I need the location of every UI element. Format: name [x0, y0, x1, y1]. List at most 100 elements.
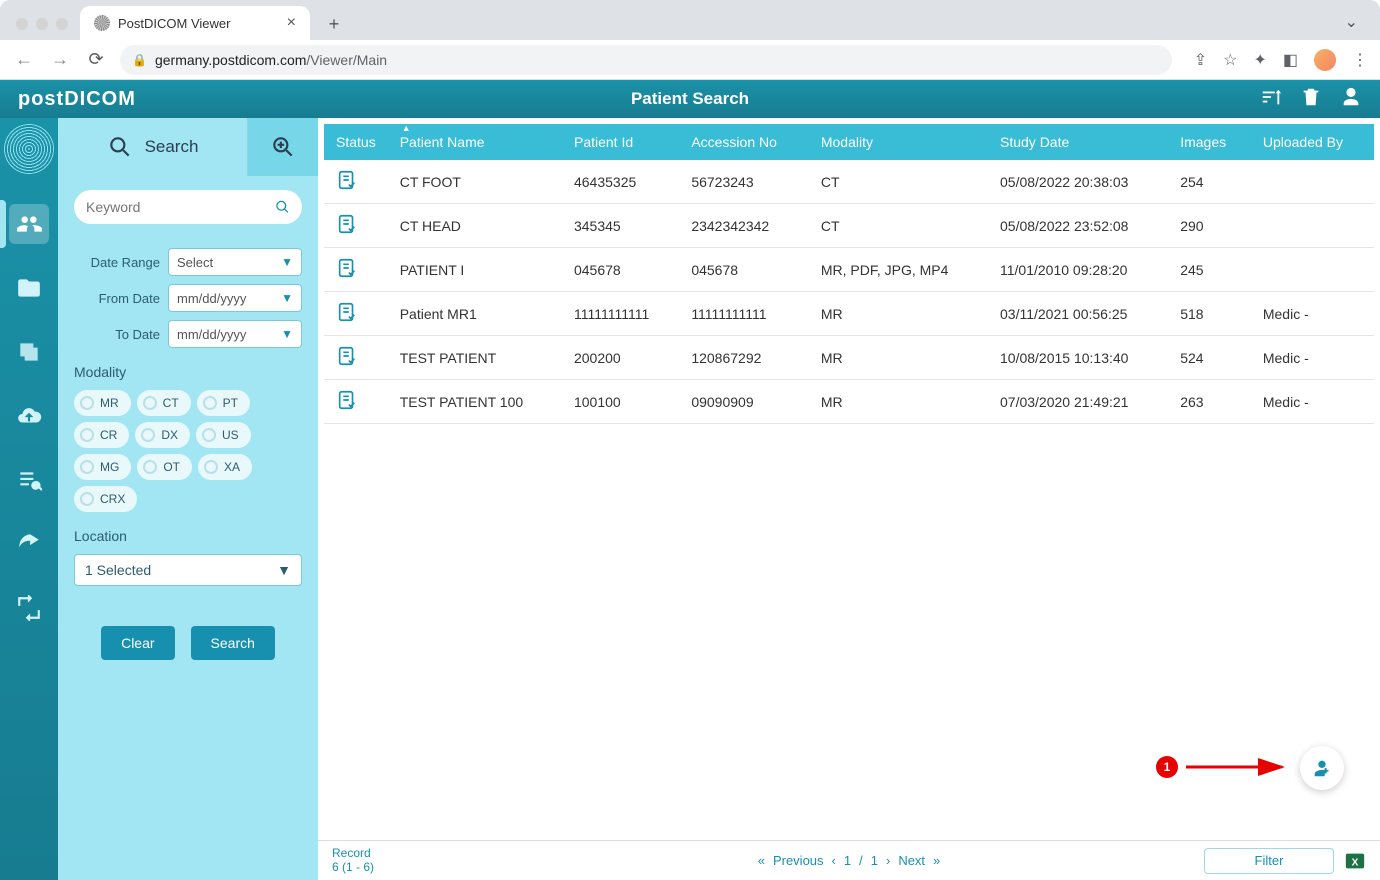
filter-button[interactable]: Filter	[1204, 848, 1334, 874]
pager-prev-button[interactable]: Previous	[773, 853, 824, 868]
cell-patient-name: CT HEAD	[388, 204, 562, 248]
table-row[interactable]: TEST PATIENT 10010010009090909MR07/03/20…	[324, 380, 1374, 424]
col-study-date[interactable]: Study Date	[988, 124, 1168, 160]
table-row[interactable]: TEST PATIENT200200120867292MR10/08/2015 …	[324, 336, 1374, 380]
nav-sync[interactable]	[9, 588, 49, 628]
date-range-select[interactable]: Select ▼	[168, 248, 302, 276]
table-row[interactable]: Patient MR11111111111111111111111MR03/11…	[324, 292, 1374, 336]
nav-share[interactable]	[9, 524, 49, 564]
modality-chip-us[interactable]: US	[196, 422, 251, 448]
modality-chip-ot[interactable]: OT	[137, 454, 192, 480]
pager-prev-icon[interactable]: ‹	[832, 853, 836, 868]
new-tab-button[interactable]: +	[320, 10, 348, 38]
search-panel: Search Date Range Select ▼ From Date	[58, 118, 318, 880]
date-range-value: Select	[177, 255, 213, 270]
tab-search[interactable]: Search	[58, 118, 248, 176]
share-icon[interactable]: ⇪	[1194, 50, 1207, 70]
modality-chip-pt[interactable]: PT	[197, 390, 250, 416]
results-table: Status Patient Name Patient Id Accession…	[324, 124, 1374, 424]
cell-modality: MR	[809, 380, 988, 424]
nav-forward-button[interactable]: →	[48, 48, 72, 72]
to-date-input[interactable]: mm/dd/yyyy ▼	[168, 320, 302, 348]
export-excel-icon[interactable]: X	[1344, 850, 1366, 872]
sort-icon[interactable]	[1260, 86, 1282, 113]
close-window-icon[interactable]	[16, 18, 28, 30]
nav-upload[interactable]	[9, 396, 49, 436]
cell-accession-no: 120867292	[679, 336, 809, 380]
col-modality[interactable]: Modality	[809, 124, 988, 160]
close-tab-icon[interactable]: ×	[287, 14, 296, 32]
pager-first-icon[interactable]: «	[758, 853, 765, 868]
pager-next-icon[interactable]: ›	[886, 853, 890, 868]
menu-icon[interactable]: ⋮	[1352, 50, 1368, 70]
cell-patient-id: 11111111111	[562, 292, 679, 336]
keyword-input[interactable]	[86, 199, 267, 215]
clear-button[interactable]: Clear	[101, 626, 174, 660]
modality-chip-mg[interactable]: MG	[74, 454, 131, 480]
nav-patients[interactable]	[9, 204, 49, 244]
cell-patient-name: TEST PATIENT 100	[388, 380, 562, 424]
modality-chip-mr[interactable]: MR	[74, 390, 131, 416]
extensions-icon[interactable]: ✦	[1253, 50, 1266, 70]
logo-text-pre: post	[18, 88, 64, 110]
favicon-icon	[94, 15, 110, 31]
window-controls	[16, 18, 68, 30]
trash-icon[interactable]	[1300, 86, 1322, 113]
logo[interactable]: postDICOM	[18, 88, 136, 111]
col-uploaded-by[interactable]: Uploaded By	[1251, 124, 1374, 160]
cell-study-date: 10/08/2015 10:13:40	[988, 336, 1168, 380]
add-patient-fab[interactable]	[1300, 746, 1344, 790]
cell-accession-no: 09090909	[679, 380, 809, 424]
col-patient-name[interactable]: Patient Name	[388, 124, 562, 160]
col-patient-id[interactable]: Patient Id	[562, 124, 679, 160]
modality-chip-dx[interactable]: DX	[135, 422, 190, 448]
nav-reload-button[interactable]: ⟳	[84, 48, 108, 72]
tab-advanced-search[interactable]	[248, 118, 318, 176]
minimize-window-icon[interactable]	[36, 18, 48, 30]
modality-chip-ct[interactable]: CT	[137, 390, 191, 416]
profile-avatar[interactable]	[1314, 49, 1336, 71]
browser-tab[interactable]: PostDICOM Viewer ×	[80, 6, 310, 40]
tabs-chevron-icon[interactable]: ⌄	[1345, 12, 1358, 32]
cell-study-date: 05/08/2022 23:52:08	[988, 204, 1168, 248]
search-button[interactable]: Search	[191, 626, 275, 660]
from-date-input[interactable]: mm/dd/yyyy ▼	[168, 284, 302, 312]
cell-accession-no: 045678	[679, 248, 809, 292]
col-status[interactable]: Status	[324, 124, 388, 160]
modality-chip-crx[interactable]: CRX	[74, 486, 137, 512]
col-accession-no[interactable]: Accession No	[679, 124, 809, 160]
cell-patient-id: 100100	[562, 380, 679, 424]
nav-worklist[interactable]	[9, 460, 49, 500]
pager-next-button[interactable]: Next	[898, 853, 925, 868]
pager-last-icon[interactable]: »	[933, 853, 940, 868]
modality-chip-label: MR	[100, 396, 119, 410]
date-range-label: Date Range	[74, 255, 160, 270]
search-icon[interactable]	[275, 198, 290, 216]
radio-icon	[80, 428, 94, 442]
keyword-input-wrap[interactable]	[74, 190, 302, 224]
modality-chip-cr[interactable]: CR	[74, 422, 129, 448]
maximize-window-icon[interactable]	[56, 18, 68, 30]
modality-chip-xa[interactable]: XA	[198, 454, 252, 480]
panel-icon[interactable]: ◧	[1283, 50, 1298, 70]
nav-studies[interactable]	[9, 332, 49, 372]
cell-uploaded-by: Medic -	[1251, 336, 1374, 380]
to-date-value: mm/dd/yyyy	[177, 327, 246, 342]
location-section-label: Location	[74, 528, 302, 544]
table-row[interactable]: PATIENT I045678045678MR, PDF, JPG, MP411…	[324, 248, 1374, 292]
url-path: /Viewer/Main	[306, 52, 387, 68]
radio-icon	[143, 460, 157, 474]
to-date-label: To Date	[74, 327, 160, 342]
table-row[interactable]: CT FOOT4643532556723243CT05/08/2022 20:3…	[324, 160, 1374, 204]
address-bar[interactable]: 🔒 germany.postdicom.com/Viewer/Main	[120, 45, 1172, 75]
location-select[interactable]: 1 Selected ▼	[74, 554, 302, 586]
browser-action-icons: ⇪ ☆ ✦ ◧ ⋮	[1194, 49, 1368, 71]
cell-study-date: 07/03/2020 21:49:21	[988, 380, 1168, 424]
star-icon[interactable]: ☆	[1223, 50, 1237, 70]
nav-back-button[interactable]: ←	[12, 48, 36, 72]
col-images[interactable]: Images	[1168, 124, 1251, 160]
nav-folders[interactable]	[9, 268, 49, 308]
modality-chip-label: CR	[100, 428, 117, 442]
user-icon[interactable]	[1340, 86, 1362, 113]
table-row[interactable]: CT HEAD3453452342342342CT05/08/2022 23:5…	[324, 204, 1374, 248]
